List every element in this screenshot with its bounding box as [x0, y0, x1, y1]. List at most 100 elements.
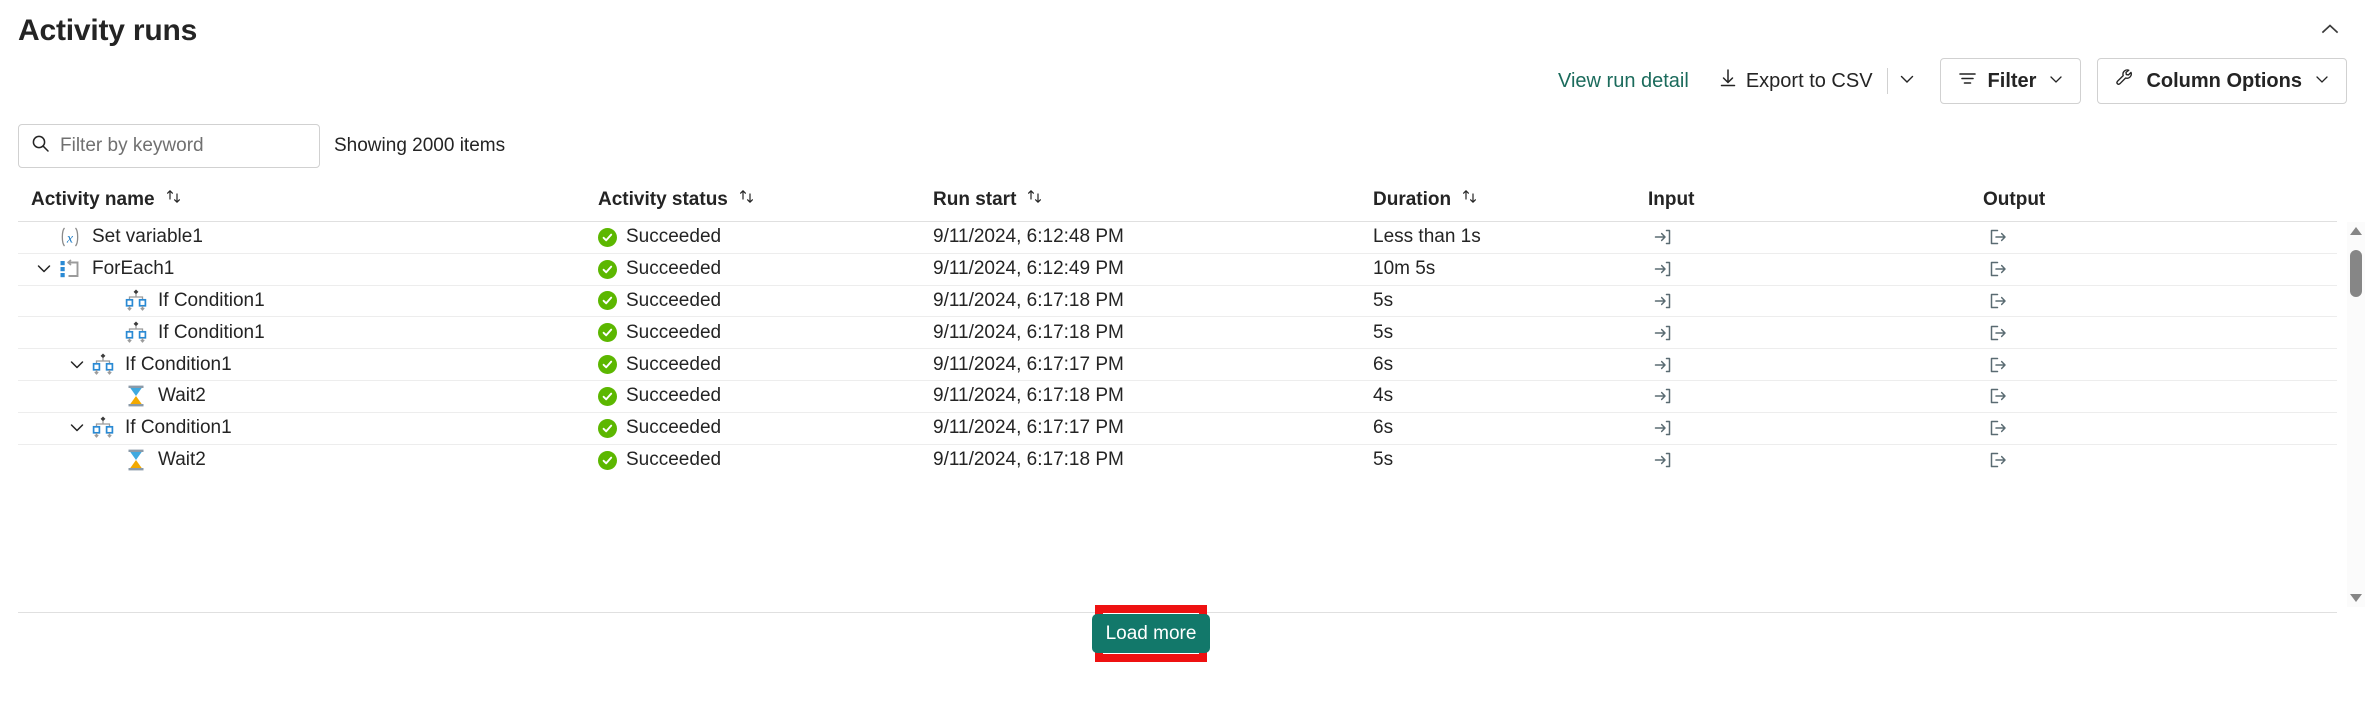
cell-input	[1648, 415, 1983, 441]
activity-name-label: Wait2	[158, 449, 206, 471]
output-arrow-icon[interactable]	[1983, 352, 2013, 378]
output-arrow-icon[interactable]	[1983, 288, 2013, 314]
cell-activity-status: Succeeded	[598, 449, 933, 471]
column-header-label: Input	[1648, 188, 1695, 210]
table-row[interactable]: Wait2 Succeeded 9/11/2024, 6:17:18 PM 4s	[18, 381, 2337, 413]
cell-run-start: 9/11/2024, 6:17:18 PM	[933, 385, 1124, 407]
cell-output	[1983, 224, 2283, 250]
cell-duration: Less than 1s	[1373, 226, 1481, 248]
row-expand-chevron[interactable]	[31, 256, 57, 282]
output-arrow-icon[interactable]	[1983, 447, 2013, 473]
activity-name-label: Wait2	[158, 385, 206, 407]
success-check-icon	[598, 355, 617, 375]
table-row[interactable]: x Set variable1 Succeeded 9/11/2024, 6:12:4…	[18, 222, 2337, 254]
table-row[interactable]: ForEach1 Succeeded 9/11/2024, 6:12:49 PM 10…	[18, 254, 2337, 286]
collapse-panel-button[interactable]	[2313, 14, 2347, 48]
cell-run-start: 9/11/2024, 6:17:18 PM	[933, 449, 1124, 471]
input-arrow-icon[interactable]	[1648, 415, 1678, 441]
status-label: Succeeded	[626, 321, 722, 343]
column-header-activity-status[interactable]: Activity status	[598, 188, 933, 211]
input-arrow-icon[interactable]	[1648, 224, 1678, 250]
wrench-icon	[2114, 67, 2136, 95]
scroll-down-arrow-icon[interactable]	[2347, 589, 2365, 607]
input-arrow-icon[interactable]	[1648, 447, 1678, 473]
input-arrow-icon[interactable]	[1648, 320, 1678, 346]
column-options-button[interactable]: Column Options	[2097, 58, 2347, 104]
scrollbar-track[interactable]	[2347, 240, 2365, 589]
toolbar-divider	[1886, 68, 1888, 94]
sort-arrows-icon	[1461, 188, 1478, 211]
cell-output	[1983, 415, 2283, 441]
status-label: Succeeded	[626, 417, 722, 439]
input-arrow-icon[interactable]	[1648, 256, 1678, 282]
scrollbar-thumb[interactable]	[2350, 250, 2362, 297]
table-vertical-scrollbar[interactable]	[2347, 222, 2365, 607]
output-arrow-icon[interactable]	[1983, 383, 2013, 409]
cell-input	[1648, 320, 1983, 346]
column-header-activity-name[interactable]: Activity name	[18, 188, 598, 211]
status-label: Succeeded	[626, 449, 722, 471]
cell-input	[1648, 256, 1983, 282]
activity-name-label: If Condition1	[125, 353, 232, 375]
cell-activity-name: ForEach1	[18, 256, 598, 282]
wait-hourglass-icon	[123, 447, 149, 473]
cell-duration: 5s	[1373, 289, 1394, 311]
success-check-icon	[598, 291, 617, 311]
toolbar: View run detail Export to CSV Filter Col…	[1540, 58, 2347, 104]
if-condition-icon	[123, 320, 149, 346]
output-arrow-icon[interactable]	[1983, 224, 2013, 250]
column-header-input: Input	[1648, 189, 1983, 211]
input-arrow-icon[interactable]	[1648, 352, 1678, 378]
success-check-icon	[598, 386, 617, 406]
cell-duration: 5s	[1373, 321, 1394, 343]
if-condition-icon	[90, 415, 116, 441]
activity-name-label: If Condition1	[158, 321, 265, 343]
export-to-csv-button[interactable]: Export to CSV	[1707, 61, 1885, 101]
row-expand-chevron[interactable]	[64, 352, 90, 378]
chevron-up-icon	[2319, 18, 2341, 45]
search-box[interactable]	[18, 124, 320, 168]
table-row[interactable]: If Condition1 Succeeded 9/11/2024, 6:17:18…	[18, 317, 2337, 350]
column-header-label: Duration	[1373, 188, 1452, 210]
cell-activity-status: Succeeded	[598, 226, 933, 248]
table-body: x Set variable1 Succeeded 9/11/2024, 6:12:4…	[18, 222, 2337, 476]
status-label: Succeeded	[626, 289, 722, 311]
output-arrow-icon[interactable]	[1983, 320, 2013, 346]
view-run-detail-link[interactable]: View run detail	[1540, 58, 1707, 104]
filter-button[interactable]: Filter	[1939, 58, 2082, 104]
row-expand-chevron[interactable]	[64, 415, 90, 441]
status-label: Succeeded	[626, 258, 722, 280]
wait-hourglass-icon	[123, 383, 149, 409]
table-row[interactable]: If Condition1 Succeeded 9/11/2024, 6:17:17…	[18, 349, 2337, 381]
chevron-down-icon	[2048, 70, 2064, 93]
input-arrow-icon[interactable]	[1648, 288, 1678, 314]
input-arrow-icon[interactable]	[1648, 383, 1678, 409]
column-header-duration[interactable]: Duration	[1373, 188, 1648, 211]
load-more-button[interactable]: Load more	[1091, 614, 1211, 653]
download-icon	[1719, 68, 1737, 94]
activity-name-label: ForEach1	[92, 258, 175, 280]
cell-activity-status: Succeeded	[598, 385, 933, 407]
cell-activity-status: Succeeded	[598, 417, 933, 439]
cell-activity-name: If Condition1	[18, 352, 598, 378]
cell-activity-status: Succeeded	[598, 322, 933, 344]
cell-run-start: 9/11/2024, 6:17:18 PM	[933, 321, 1124, 343]
output-arrow-icon[interactable]	[1983, 415, 2013, 441]
output-arrow-icon[interactable]	[1983, 256, 2013, 282]
export-to-csv-caret-button[interactable]	[1890, 61, 1924, 101]
cell-activity-status: Succeeded	[598, 354, 933, 376]
table-row[interactable]: Wait2 Succeeded 9/11/2024, 6:17:18 PM 5s	[18, 445, 2337, 477]
foreach-icon	[57, 256, 83, 282]
table-row[interactable]: If Condition1 Succeeded 9/11/2024, 6:17:18…	[18, 286, 2337, 318]
export-to-csv-label: Export to CSV	[1745, 69, 1873, 92]
cell-run-start: 9/11/2024, 6:12:48 PM	[933, 226, 1124, 248]
column-header-run-start[interactable]: Run start	[933, 188, 1373, 211]
scroll-up-arrow-icon[interactable]	[2347, 222, 2365, 240]
table-row[interactable]: If Condition1 Succeeded 9/11/2024, 6:17:17…	[18, 413, 2337, 445]
success-check-icon	[598, 450, 617, 470]
column-header-label: Activity name	[31, 188, 155, 210]
search-input[interactable]	[60, 135, 307, 157]
if-condition-icon	[90, 352, 116, 378]
cell-output	[1983, 320, 2283, 346]
showing-items-label: Showing 2000 items	[334, 135, 506, 156]
